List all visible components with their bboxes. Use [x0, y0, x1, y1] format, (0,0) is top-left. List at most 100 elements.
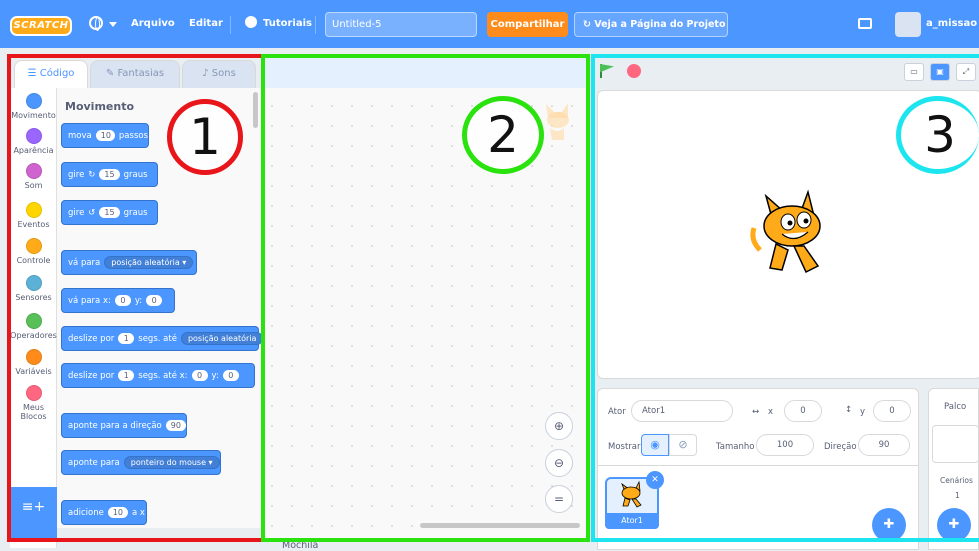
show-visible-button[interactable]: ◉ — [641, 434, 669, 456]
fullscreen-icon: ⤢ — [962, 67, 970, 76]
zoom-in-button[interactable]: ⊕ — [545, 412, 573, 440]
add-extension-button[interactable]: ≡+ — [10, 487, 57, 540]
block-input[interactable]: 0 — [114, 295, 131, 306]
backpack-label[interactable]: Mochila — [282, 540, 318, 551]
small-stage-button[interactable]: ▭ — [904, 63, 924, 81]
y-label: y — [860, 407, 866, 417]
extension-icon: ≡+ — [21, 499, 46, 515]
project-title-input[interactable]: Untitled-5 — [325, 12, 477, 37]
block-input[interactable]: 1 — [118, 370, 135, 381]
scratch-logo[interactable]: SCRATCH — [10, 16, 72, 36]
block-change-x[interactable]: adicione 10 a x — [61, 500, 147, 525]
eye-icon: ◉ — [650, 438, 660, 451]
block-text: gire — [68, 207, 85, 218]
see-project-icon: ↻ — [583, 19, 595, 30]
delete-sprite-button[interactable]: ✕ — [646, 471, 664, 489]
size-input[interactable]: 100 — [756, 434, 814, 456]
category-looks[interactable]: Aparência — [10, 128, 57, 155]
palette-scrollbar[interactable] — [253, 92, 258, 128]
menu-edit[interactable]: Editar — [189, 18, 223, 29]
block-glide-to[interactable]: deslize por 1 segs. até posição aleatória — [61, 326, 262, 351]
block-input[interactable]: 10 — [95, 130, 115, 141]
workspace-header — [262, 56, 588, 88]
category-control[interactable]: Controle — [10, 238, 57, 265]
block-input[interactable]: 10 — [107, 507, 129, 518]
block-point-direction[interactable]: aponte para a direção 90 — [61, 413, 187, 438]
y-position-input[interactable]: 0 — [873, 400, 911, 422]
annotation-circle-3: 3 — [896, 96, 979, 174]
direction-input[interactable]: 90 — [858, 434, 910, 456]
show-label: Mostrar — [608, 442, 641, 452]
block-turn-left[interactable]: gire ↺ 15 graus — [61, 200, 158, 225]
zoom-reset-icon: = — [553, 492, 565, 506]
block-go-to-xy[interactable]: vá para x: 0 y: 0 — [61, 288, 175, 313]
username-label[interactable]: a_missao — [926, 18, 977, 29]
cat-sprite[interactable] — [748, 188, 838, 280]
category-variables[interactable]: Variáveis — [10, 349, 57, 376]
normal-stage-button[interactable]: ▣ — [930, 63, 950, 81]
sprite-name-input[interactable]: Ator1 — [631, 400, 733, 422]
block-text: y: — [211, 370, 219, 381]
menu-file[interactable]: Arquivo — [131, 18, 175, 29]
block-point-towards[interactable]: aponte para ponteiro do mouse ▾ — [61, 450, 221, 475]
category-sound[interactable]: Som — [10, 163, 57, 190]
block-input[interactable]: 0 — [146, 295, 163, 306]
zoom-out-icon: ⊖ — [553, 456, 565, 470]
block-dropdown[interactable]: ponteiro do mouse ▾ — [123, 456, 220, 469]
menu-tutorials[interactable]: Tutoriais — [263, 18, 312, 29]
block-input[interactable]: 0 — [222, 370, 239, 381]
tab-sounds[interactable]: ♪ Sons — [182, 60, 256, 88]
stage-panel-title: Palco — [944, 402, 967, 412]
see-project-page-button[interactable]: ↻ Veja a Página do Projeto — [574, 12, 728, 37]
backdrop-thumbnail[interactable] — [932, 425, 979, 463]
editor-tabs: ☰ Código ✎ Fantasias ♪ Sons — [0, 48, 262, 88]
eye-slash-icon: ⊘ — [678, 438, 688, 451]
stop-icon[interactable] — [627, 64, 641, 78]
fullscreen-button[interactable]: ⤢ — [956, 63, 976, 81]
block-text: segs. até — [138, 333, 177, 344]
category-my-blocks[interactable]: Meus Blocos — [10, 385, 57, 421]
code-tab-icon: ☰ — [27, 68, 40, 79]
normal-stage-icon: ▣ — [936, 67, 944, 76]
block-input[interactable]: 90 — [165, 420, 186, 431]
add-sprite-button[interactable]: ✚ — [872, 508, 906, 542]
direction-label: Direção — [824, 442, 857, 452]
category-label: Aparência — [13, 146, 54, 155]
dropdown-value: ponteiro do mouse — [130, 458, 207, 467]
block-dropdown[interactable]: posição aleatória ▾ — [104, 256, 194, 269]
share-button[interactable]: Compartilhar — [487, 12, 568, 37]
block-dropdown[interactable]: posição aleatória — [180, 332, 262, 345]
block-input[interactable]: 15 — [99, 169, 120, 180]
trash-icon: ✕ — [651, 475, 659, 485]
size-label: Tamanho — [716, 442, 755, 452]
category-events[interactable]: Eventos — [10, 202, 57, 229]
block-input[interactable]: 1 — [118, 333, 135, 344]
block-text: a x — [132, 507, 145, 518]
annotation-circle-1: 1 — [167, 99, 243, 175]
tab-costumes[interactable]: ✎ Fantasias — [90, 60, 180, 88]
workspace-scrollbar[interactable] — [420, 523, 580, 528]
tab-code[interactable]: ☰ Código — [14, 60, 88, 88]
block-move-steps[interactable]: mova 10 passos — [61, 123, 149, 148]
zoom-reset-button[interactable]: = — [545, 485, 573, 513]
hide-button[interactable]: ⊘ — [669, 434, 697, 456]
user-avatar[interactable] — [895, 12, 921, 37]
block-text: passos — [118, 130, 148, 141]
category-motion[interactable]: Movimento — [10, 93, 57, 120]
block-glide-to-xy[interactable]: deslize por 1 segs. até x: 0 y: 0 — [61, 363, 255, 388]
zoom-out-button[interactable]: ⊖ — [545, 449, 573, 477]
x-label: x — [768, 407, 774, 417]
my-stuff-folder-icon[interactable] — [858, 18, 872, 29]
block-input[interactable]: 0 — [191, 370, 208, 381]
category-sensing[interactable]: Sensores — [10, 275, 57, 302]
globe-icon[interactable] — [89, 16, 103, 31]
tab-code-label: Código — [39, 68, 75, 79]
category-operators[interactable]: Operadores — [10, 313, 57, 340]
block-go-to[interactable]: vá para posição aleatória ▾ — [61, 250, 197, 275]
block-text: mova — [68, 130, 92, 141]
add-backdrop-button[interactable]: ✚ — [937, 508, 971, 542]
x-position-input[interactable]: 0 — [784, 400, 822, 422]
block-turn-right[interactable]: gire ↻ 15 graus — [61, 162, 158, 187]
block-input[interactable]: 15 — [99, 207, 120, 218]
y-arrows-icon: ↕ — [845, 405, 853, 415]
